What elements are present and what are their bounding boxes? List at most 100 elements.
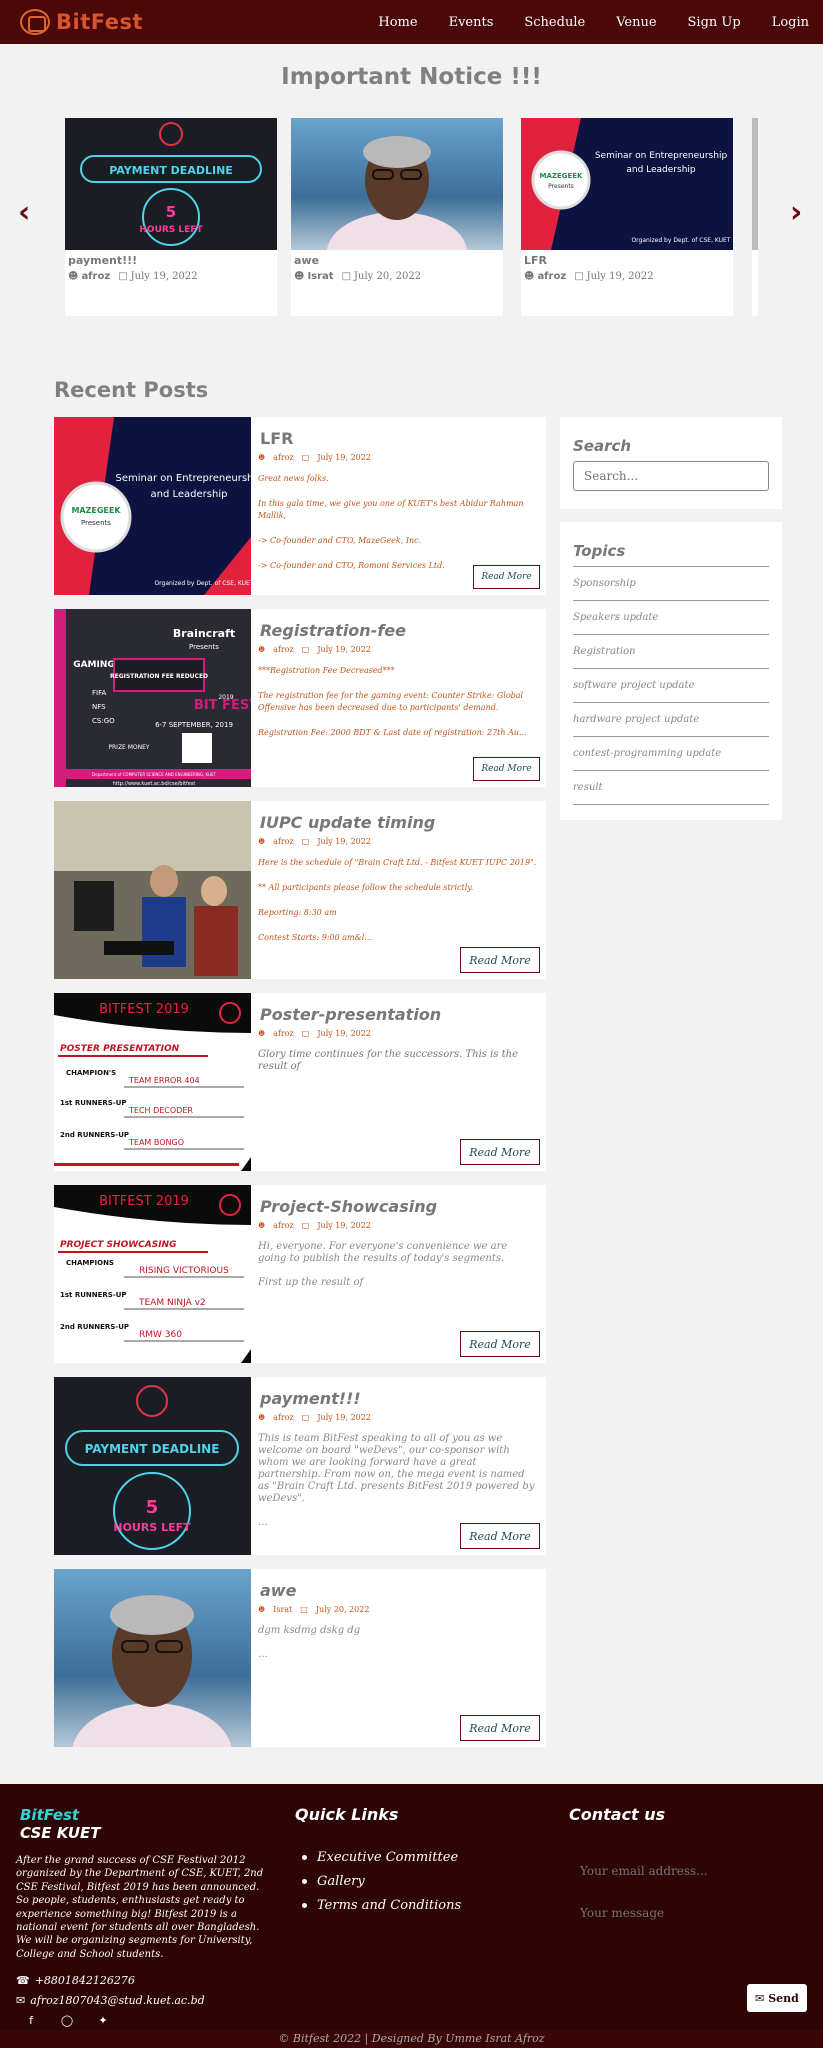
- image-caption: PRIZE MONEY: [108, 744, 150, 751]
- notice-card[interactable]: MAZEGEEK Presents Seminar on Entrepreneu…: [521, 118, 733, 316]
- bitfest-logo-icon: [20, 9, 50, 35]
- post-image[interactable]: Braincraft Presents GAMING REGISTRATION …: [54, 609, 251, 787]
- payment-deadline-image: PAYMENT DEADLINE 5 HOURS LEFT: [65, 1385, 239, 1550]
- footer-brand: BitFest: [20, 1806, 80, 1824]
- excerpt-line: The registration fee for the gaming even…: [258, 691, 524, 712]
- calendar-icon: □: [301, 1029, 310, 1038]
- brand-name: BitFest: [56, 10, 144, 34]
- notice-card-title[interactable]: payment!!!: [68, 254, 274, 267]
- post-date: July 19, 2022: [317, 1221, 371, 1230]
- image-caption: RMW 360: [139, 1330, 182, 1340]
- contact-message-input[interactable]: [566, 1898, 804, 1928]
- image-caption: HOURS LEFT: [139, 225, 203, 235]
- post-author: afroz: [273, 453, 294, 462]
- post-image[interactable]: [54, 801, 251, 979]
- read-more-button[interactable]: Read More: [473, 565, 540, 589]
- nav-sign-up[interactable]: Sign Up: [688, 15, 741, 30]
- nav-venue[interactable]: Venue: [616, 15, 656, 30]
- notice-card-title[interactable]: awe: [294, 254, 500, 267]
- image-caption: Organized by Dept. of CSE, KUET: [631, 237, 730, 244]
- post-author: afroz: [273, 837, 294, 846]
- notice-card[interactable]: PAYMENT DEADLINE 5 HOURS LEFT payment!!!…: [65, 118, 277, 316]
- topic-speakers-update[interactable]: Speakers update: [573, 601, 769, 635]
- portrait-image: [327, 136, 467, 250]
- facebook-icon[interactable]: f: [24, 2014, 38, 2028]
- post-image[interactable]: [54, 1569, 251, 1747]
- instagram-icon[interactable]: ◯: [60, 2014, 74, 2028]
- notice-image: [291, 118, 503, 250]
- topic-result[interactable]: result: [573, 771, 769, 805]
- contact-email-input[interactable]: [566, 1856, 804, 1886]
- post-title[interactable]: Project-Showcasing: [260, 1197, 437, 1216]
- topic-contest-programming-update[interactable]: contest-programming update: [573, 737, 769, 771]
- image-caption: 6-7 SEPTEMBER, 2019: [155, 721, 233, 729]
- post-meta: ☻ afroz □ July 19, 2022: [258, 1221, 379, 1230]
- excerpt-line: This is team BitFest speaking to all of …: [258, 1433, 535, 1504]
- phone-number: +8801842126276: [34, 1974, 135, 1987]
- post-date: July 19, 2022: [317, 1029, 371, 1038]
- post-image[interactable]: PAYMENT DEADLINE 5 HOURS LEFT: [54, 1377, 251, 1555]
- post-author: afroz: [273, 1413, 294, 1422]
- read-more-button[interactable]: Read More: [460, 1715, 540, 1741]
- twitter-icon[interactable]: ✦: [96, 2014, 110, 2028]
- calendar-icon: □: [301, 453, 310, 462]
- image-caption: Braincraft: [173, 627, 235, 640]
- notice-date: July 19, 2022: [130, 271, 198, 282]
- link-terms[interactable]: Terms and Conditions: [302, 1898, 461, 1913]
- read-more-button[interactable]: Read More: [460, 1331, 540, 1357]
- post-image[interactable]: BITFEST 2019 POSTER PRESENTATION CHAMPIO…: [54, 993, 251, 1171]
- brand[interactable]: BitFest: [20, 8, 143, 36]
- image-caption: BITFEST 2019: [99, 1002, 189, 1017]
- image-caption: BITFEST 2019: [99, 1194, 189, 1209]
- carousel-next-button[interactable]: ›: [790, 198, 810, 228]
- svg-text:Seminar on Entrepreneurship: Seminar on Entrepreneurship: [115, 473, 251, 484]
- topic-registration[interactable]: Registration: [573, 635, 769, 669]
- excerpt-line: Great news folks.: [258, 474, 329, 483]
- notice-card[interactable]: awe ☻ Israt □ July 20, 2022: [291, 118, 503, 316]
- nav-links: Home Events Schedule Venue Sign Up Login: [347, 0, 809, 44]
- svg-text:Seminar on Entrepreneurship: Seminar on Entrepreneurship: [595, 151, 728, 161]
- excerpt-line: ***Registration Fee Decreased***: [258, 666, 395, 675]
- svg-text:Presents: Presents: [81, 519, 111, 527]
- post-card: BITFEST 2019 POSTER PRESENTATION CHAMPIO…: [54, 993, 546, 1171]
- topic-hardware-project-update[interactable]: hardware project update: [573, 703, 769, 737]
- post-title[interactable]: LFR: [260, 429, 293, 448]
- topic-software-project-update[interactable]: software project update: [573, 669, 769, 703]
- link-gallery[interactable]: Gallery: [302, 1874, 461, 1889]
- notice-card-title[interactable]: LFR: [524, 254, 730, 267]
- nav-events[interactable]: Events: [449, 15, 494, 30]
- send-button[interactable]: ✉ Send: [747, 1984, 807, 2012]
- calendar-icon: □: [118, 271, 128, 282]
- post-title[interactable]: Poster-presentation: [260, 1005, 441, 1024]
- post-meta: ☻ Israt □ July 20, 2022: [258, 1605, 377, 1614]
- carousel-prev-button[interactable]: ‹: [18, 198, 38, 228]
- post-author: afroz: [273, 1029, 294, 1038]
- image-caption: TEAM ERROR 404: [128, 1076, 200, 1085]
- seminar-image: MAZEGEEK Presents Seminar on Entrepreneu…: [54, 417, 251, 595]
- user-icon: ☻: [524, 271, 535, 282]
- nav-home[interactable]: Home: [378, 15, 417, 30]
- user-icon: ☻: [68, 271, 79, 282]
- portrait-image: [72, 1595, 232, 1747]
- excerpt-line: First up the result of: [258, 1277, 364, 1288]
- search-input[interactable]: [573, 461, 769, 491]
- post-image[interactable]: MAZEGEEK Presents Seminar on Entrepreneu…: [54, 417, 251, 595]
- post-title[interactable]: IUPC update timing: [260, 813, 435, 832]
- read-more-button[interactable]: Read More: [473, 757, 540, 781]
- quick-links-title: Quick Links: [295, 1805, 399, 1824]
- image-caption: POSTER PRESENTATION: [60, 1044, 180, 1054]
- link-executive-committee[interactable]: Executive Committee: [302, 1850, 461, 1865]
- nav-login[interactable]: Login: [772, 15, 809, 30]
- read-more-button[interactable]: Read More: [460, 947, 540, 973]
- excerpt-line: ** All participants please follow the sc…: [258, 883, 474, 892]
- post-image[interactable]: BITFEST 2019 PROJECT SHOWCASING CHAMPION…: [54, 1185, 251, 1363]
- post-card: BITFEST 2019 PROJECT SHOWCASING CHAMPION…: [54, 1185, 546, 1363]
- nav-schedule[interactable]: Schedule: [524, 15, 585, 30]
- post-title[interactable]: payment!!!: [260, 1389, 361, 1408]
- topic-sponsorship[interactable]: Sponsorship: [573, 567, 769, 601]
- read-more-button[interactable]: Read More: [460, 1523, 540, 1549]
- svg-text:Presents: Presents: [548, 183, 574, 190]
- post-title[interactable]: Registration-fee: [260, 621, 406, 640]
- read-more-button[interactable]: Read More: [460, 1139, 540, 1165]
- post-title[interactable]: awe: [260, 1581, 296, 1600]
